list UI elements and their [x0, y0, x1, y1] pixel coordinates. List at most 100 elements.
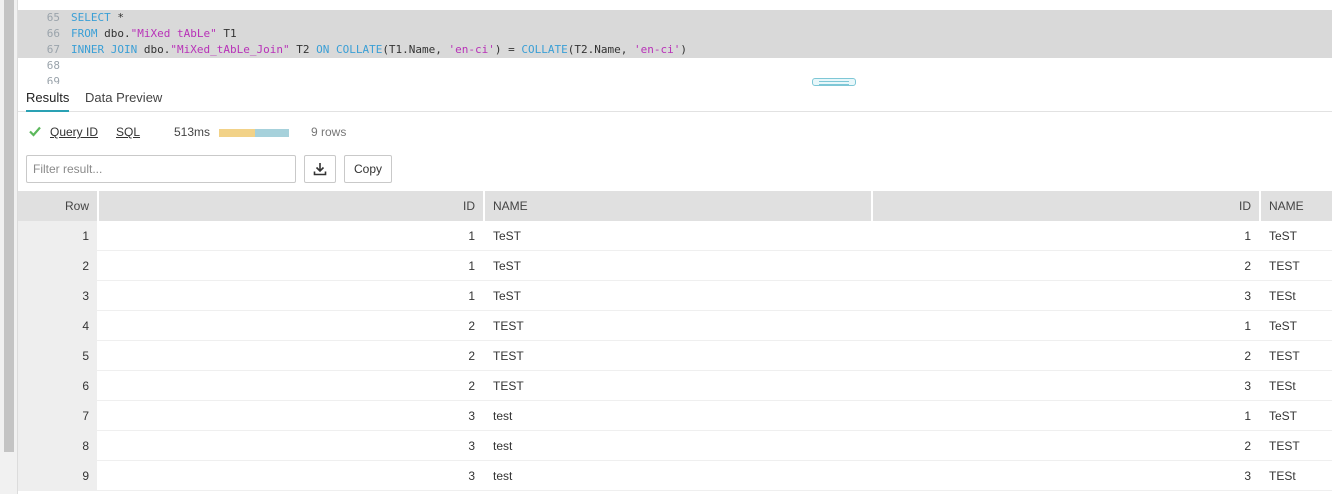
- cell-name[interactable]: test: [485, 461, 871, 491]
- cell-name-2[interactable]: TEST: [1261, 431, 1332, 461]
- cell-name[interactable]: TEST: [485, 341, 871, 371]
- cell-id-2[interactable]: 1: [873, 401, 1259, 431]
- code-text: INNER JOIN dbo."MiXed_tAbLe_Join" T2 ON …: [71, 42, 687, 58]
- code-text: FROM dbo."MiXed tAbLe" T1: [71, 26, 237, 42]
- cell-name[interactable]: TeST: [485, 281, 871, 311]
- cell-name[interactable]: test: [485, 401, 871, 431]
- row-number[interactable]: 3: [18, 281, 97, 311]
- cell-id-2[interactable]: 1: [873, 311, 1259, 341]
- line-number: 64: [18, 0, 60, 5]
- cell-id[interactable]: 1: [99, 221, 483, 251]
- timing-bar: [219, 129, 289, 137]
- sql-token: (T2.Name,: [567, 43, 634, 56]
- tab-results[interactable]: Results: [26, 90, 70, 112]
- cell-name-2[interactable]: TESt: [1261, 461, 1332, 491]
- cell-id-2[interactable]: 2: [873, 251, 1259, 281]
- download-button[interactable]: [304, 155, 336, 183]
- table-row[interactable]: 3 1 TeST 3 TESt: [18, 281, 1332, 311]
- table-header: Row ID NAME ID NAME: [18, 191, 1332, 221]
- cell-id[interactable]: 2: [99, 341, 483, 371]
- cell-id[interactable]: 1: [99, 251, 483, 281]
- sql-string: "MiXed_tAbLe_Join": [170, 43, 290, 56]
- cell-name-2[interactable]: TESt: [1261, 281, 1332, 311]
- row-number[interactable]: 1: [18, 221, 97, 251]
- code-line[interactable]: 66 FROM dbo."MiXed tAbLe" T1: [18, 26, 1332, 42]
- cell-name-2[interactable]: TESt: [1261, 371, 1332, 401]
- table-row[interactable]: 5 2 TEST 2 TEST: [18, 341, 1332, 371]
- code-line[interactable]: 68: [18, 58, 1332, 74]
- table-row[interactable]: 1 1 TeST 1 TeST: [18, 221, 1332, 251]
- cell-name-2[interactable]: TeST: [1261, 401, 1332, 431]
- cell-name[interactable]: TEST: [485, 371, 871, 401]
- code-line[interactable]: 67 INNER JOIN dbo."MiXed_tAbLe_Join" T2 O…: [18, 42, 1332, 58]
- sql-token: *: [110, 11, 124, 24]
- sql-string: 'en-ci': [634, 43, 681, 56]
- code-line[interactable]: 64: [18, 0, 1332, 5]
- code-line[interactable]: 65 SELECT *: [18, 10, 1332, 26]
- row-number[interactable]: 7: [18, 401, 97, 431]
- table-row[interactable]: 9 3 test 3 TESt: [18, 461, 1332, 491]
- row-count: 9 rows: [311, 125, 347, 139]
- copy-button[interactable]: Copy: [344, 155, 392, 183]
- row-number[interactable]: 2: [18, 251, 97, 281]
- cell-name-2[interactable]: TEST: [1261, 341, 1332, 371]
- left-scrollbar-thumb[interactable]: [4, 0, 14, 452]
- cell-id-2[interactable]: 1: [873, 221, 1259, 251]
- row-number[interactable]: 4: [18, 311, 97, 341]
- sql-string: "MiXed tAbLe": [130, 27, 217, 40]
- row-number[interactable]: 5: [18, 341, 97, 371]
- timing-bar-fill: [219, 129, 256, 137]
- cell-id[interactable]: 2: [99, 311, 483, 341]
- sql-keyword: COLLATE: [521, 43, 568, 56]
- cell-name-2[interactable]: TeST: [1261, 221, 1332, 251]
- cell-name[interactable]: TEST: [485, 311, 871, 341]
- execution-time: 513ms: [174, 125, 211, 139]
- cell-id-2[interactable]: 3: [873, 281, 1259, 311]
- header-name-2[interactable]: NAME: [1261, 191, 1332, 221]
- cell-id-2[interactable]: 2: [873, 431, 1259, 461]
- tab-data-preview[interactable]: Data Preview: [85, 90, 162, 112]
- cell-id-2[interactable]: 3: [873, 461, 1259, 491]
- filter-result-input[interactable]: [26, 155, 296, 183]
- cell-id-2[interactable]: 3: [873, 371, 1259, 401]
- cell-name[interactable]: test: [485, 431, 871, 461]
- cell-name-2[interactable]: TEST: [1261, 251, 1332, 281]
- cell-name[interactable]: TeST: [485, 251, 871, 281]
- query-status: Query ID SQL 513ms 9 rows: [18, 122, 618, 144]
- left-scrollbar[interactable]: [0, 0, 18, 494]
- sql-keyword: COLLATE: [335, 43, 383, 56]
- results-table: Row ID NAME ID NAME 1 1 TeST 1 TeST 2 1 TeST 2 TE…: [18, 191, 1332, 491]
- table-row[interactable]: 6 2 TEST 3 TESt: [18, 371, 1332, 401]
- header-row[interactable]: Row: [18, 191, 97, 221]
- cell-id[interactable]: 2: [99, 371, 483, 401]
- results-tabs: Results Data Preview: [18, 86, 1332, 112]
- table-row[interactable]: 7 3 test 1 TeST: [18, 401, 1332, 431]
- header-name[interactable]: NAME: [485, 191, 871, 221]
- code-line[interactable]: 69: [18, 74, 1332, 84]
- check-icon: [29, 126, 41, 137]
- cell-id-2[interactable]: 2: [873, 341, 1259, 371]
- table-row[interactable]: 4 2 TEST 1 TeST: [18, 311, 1332, 341]
- row-number[interactable]: 6: [18, 371, 97, 401]
- header-id[interactable]: ID: [99, 191, 483, 221]
- cell-id[interactable]: 3: [99, 431, 483, 461]
- table-row[interactable]: 2 1 TeST 2 TEST: [18, 251, 1332, 281]
- cell-id[interactable]: 3: [99, 401, 483, 431]
- sql-token: T2: [289, 43, 317, 56]
- cell-name-2[interactable]: TeST: [1261, 311, 1332, 341]
- sql-token: dbo.: [137, 43, 171, 56]
- cell-id[interactable]: 3: [99, 461, 483, 491]
- cell-id[interactable]: 1: [99, 281, 483, 311]
- query-id-link[interactable]: Query ID: [50, 125, 98, 139]
- row-number[interactable]: 9: [18, 461, 97, 491]
- cell-name[interactable]: TeST: [485, 221, 871, 251]
- line-number: 68: [46, 59, 60, 72]
- sql-link[interactable]: SQL: [116, 125, 140, 139]
- table-row[interactable]: 8 3 test 2 TEST: [18, 431, 1332, 461]
- header-id-2[interactable]: ID: [873, 191, 1259, 221]
- row-number[interactable]: 8: [18, 431, 97, 461]
- sql-editor[interactable]: 6465SELECT *66FROM dbo."MiXed tAbLe" T16…: [18, 0, 1332, 84]
- pane-resize-handle[interactable]: [812, 78, 856, 86]
- line-number: 69: [46, 75, 60, 84]
